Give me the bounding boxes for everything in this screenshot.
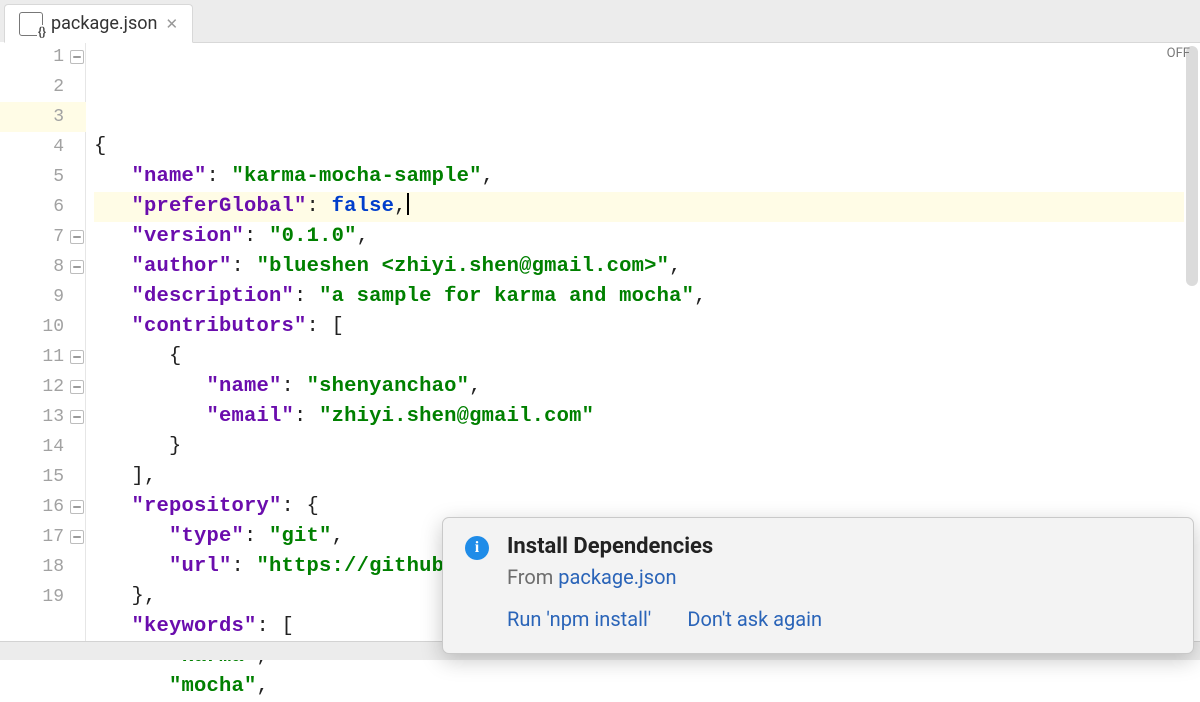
gutter-row: 16 — [0, 492, 86, 522]
code-line[interactable]: "contributors": [ — [94, 312, 1200, 342]
fold-toggle-icon[interactable] — [70, 50, 84, 64]
code-line[interactable]: "preferGlobal": false, — [94, 192, 1200, 222]
code-line[interactable]: "description": "a sample for karma and m… — [94, 282, 1200, 312]
run-npm-install-link[interactable]: Run 'npm install' — [507, 607, 651, 631]
fold-toggle-icon[interactable] — [70, 260, 84, 274]
gutter-row: 5 — [0, 162, 86, 192]
install-dependencies-popup: i Install Dependencies From package.json… — [442, 517, 1194, 654]
line-number: 14 — [42, 437, 64, 457]
fold-toggle-icon[interactable] — [70, 410, 84, 424]
line-number: 5 — [53, 167, 64, 187]
code-line[interactable]: ], — [94, 462, 1200, 492]
popup-subtitle: From package.json — [507, 565, 1171, 589]
tabstrip: package.json ✕ — [0, 0, 1200, 43]
gutter-row: 9 — [0, 282, 86, 312]
hints-off-indicator[interactable]: OFF — [1167, 46, 1190, 61]
line-number: 15 — [42, 467, 64, 487]
gutter-row: 17 — [0, 522, 86, 552]
code-line[interactable]: { — [94, 132, 1200, 162]
code-line[interactable]: "version": "0.1.0", — [94, 222, 1200, 252]
line-number: 4 — [53, 137, 64, 157]
code-line[interactable]: "email": "zhiyi.shen@gmail.com" — [94, 402, 1200, 432]
text-caret — [407, 193, 409, 215]
gutter-row: 10 — [0, 312, 86, 342]
gutter-row: 15 — [0, 462, 86, 492]
code-line[interactable]: "name": "karma-mocha-sample", — [94, 162, 1200, 192]
line-number: 2 — [53, 77, 64, 97]
fold-toggle-icon[interactable] — [70, 230, 84, 244]
line-number: 9 — [53, 287, 64, 307]
line-number: 6 — [53, 197, 64, 217]
vertical-scrollbar[interactable] — [1184, 46, 1200, 306]
gutter-row: 11 — [0, 342, 86, 372]
popup-title: Install Dependencies — [507, 534, 1171, 559]
gutter-row: 7 — [0, 222, 86, 252]
line-number: 13 — [42, 407, 64, 427]
json-file-icon — [19, 12, 43, 36]
code-line[interactable]: } — [94, 432, 1200, 462]
scroll-thumb[interactable] — [1186, 46, 1198, 286]
line-number: 17 — [42, 527, 64, 547]
gutter-row: 4 — [0, 132, 86, 162]
line-number: 7 — [53, 227, 64, 247]
fold-toggle-icon[interactable] — [70, 380, 84, 394]
fold-toggle-icon[interactable] — [70, 500, 84, 514]
close-icon[interactable]: ✕ — [165, 15, 178, 33]
gutter-row: 3 — [0, 102, 86, 132]
gutter-row: 1 — [0, 42, 86, 72]
line-number: 19 — [42, 587, 64, 607]
line-number: 10 — [42, 317, 64, 337]
gutter-row: 13 — [0, 402, 86, 432]
gutter-row: 18 — [0, 552, 86, 582]
gutter-row: 12 — [0, 372, 86, 402]
gutter-row: 19 — [0, 582, 86, 612]
gutter-row: 6 — [0, 192, 86, 222]
line-number: 18 — [42, 557, 64, 577]
gutter: 12345678910111213141516171819 — [0, 42, 86, 660]
popup-file-link[interactable]: package.json — [558, 565, 676, 589]
gutter-row: 14 — [0, 432, 86, 462]
gutter-row: 8 — [0, 252, 86, 282]
line-number: 8 — [53, 257, 64, 277]
fold-toggle-icon[interactable] — [70, 530, 84, 544]
gutter-row: 2 — [0, 72, 86, 102]
code-line[interactable]: "mocha", — [94, 672, 1200, 702]
line-number: 16 — [42, 497, 64, 517]
line-number: 12 — [42, 377, 64, 397]
tab-package-json[interactable]: package.json ✕ — [4, 4, 193, 43]
code-line[interactable]: "name": "shenyanchao", — [94, 372, 1200, 402]
dont-ask-again-link[interactable]: Don't ask again — [687, 607, 822, 631]
line-number: 1 — [53, 47, 64, 67]
line-number: 3 — [53, 107, 64, 127]
code-line[interactable]: { — [94, 342, 1200, 372]
fold-toggle-icon[interactable] — [70, 350, 84, 364]
tab-label: package.json — [51, 13, 157, 34]
line-number: 11 — [42, 347, 64, 367]
code-line[interactable]: "author": "blueshen <zhiyi.shen@gmail.co… — [94, 252, 1200, 282]
info-icon: i — [465, 536, 489, 560]
